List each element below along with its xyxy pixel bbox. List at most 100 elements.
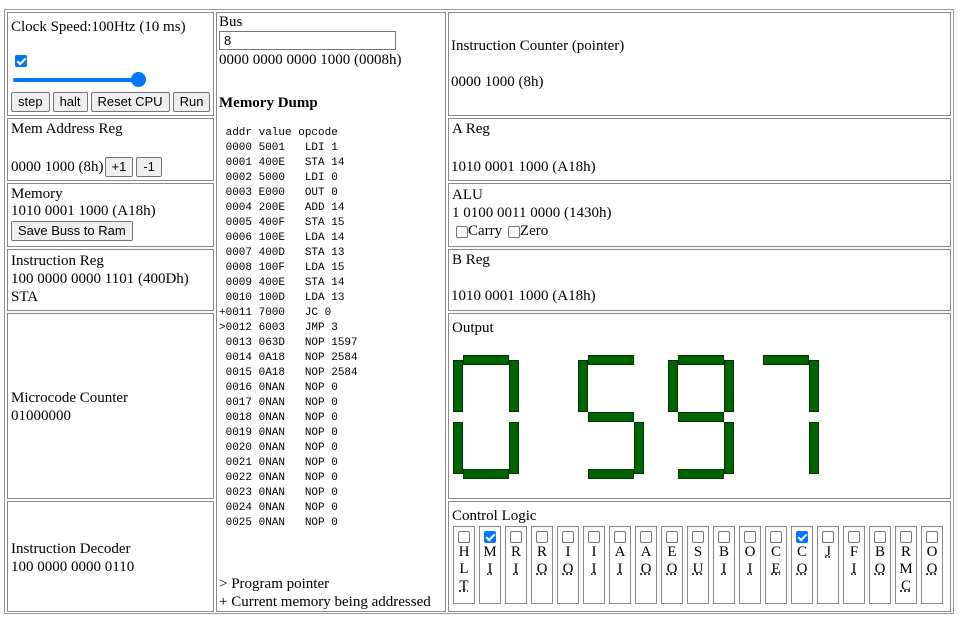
- control-signal-letter: F: [849, 544, 859, 560]
- control-signal-letter: O: [926, 561, 938, 577]
- memory-dump-row: 0024 0NAN NOP 0: [219, 502, 338, 514]
- mc-title: Microcode Counter: [11, 390, 129, 406]
- segment-d-digit-3: [678, 469, 724, 479]
- b-reg-panel: B Reg 1010 0001 1000 (A18h): [448, 249, 951, 311]
- zero-flag-checkbox[interactable]: [507, 225, 520, 238]
- control-signal-checkbox[interactable]: [822, 531, 834, 544]
- memory-dump-row: 0019 0NAN NOP 0: [219, 427, 338, 439]
- control-signal-letter: M: [483, 544, 497, 560]
- control-signal-ao: AO: [635, 526, 657, 604]
- clock-speed-slider[interactable]: [13, 72, 146, 87]
- control-signal-checkbox[interactable]: [484, 531, 496, 544]
- control-signal-checkbox[interactable]: [458, 531, 470, 544]
- control-signal-checkbox[interactable]: [796, 531, 808, 544]
- ic-title: Instruction Counter (pointer): [451, 38, 625, 54]
- control-signal-eo: EO: [661, 526, 683, 604]
- control-signal-checkbox[interactable]: [614, 531, 626, 544]
- control-signal-checkbox[interactable]: [744, 531, 756, 544]
- control-signal-mi: MI: [479, 526, 501, 604]
- control-signal-letter: H: [458, 544, 470, 560]
- mar-decrement-button[interactable]: -1: [136, 157, 162, 177]
- memory-dump-row: 0022 0NAN NOP 0: [219, 472, 338, 484]
- control-signal-letter: B: [874, 544, 885, 560]
- ic-value: 0000 1000 (8h): [451, 74, 544, 90]
- control-signal-hlt: HLT: [453, 526, 475, 604]
- save-bus-to-ram-button[interactable]: Save Buss to Ram: [11, 221, 133, 241]
- zero-label: Zero: [519, 223, 549, 239]
- control-signal-letter: I: [721, 561, 727, 577]
- control-signal-letter: A: [614, 544, 626, 560]
- control-signal-bi: BI: [713, 526, 735, 604]
- ir-opcode: STA: [11, 289, 39, 305]
- control-signal-bo: BO: [869, 526, 891, 604]
- control-signal-letter: R: [900, 544, 911, 560]
- segment-g-digit-3: [678, 412, 724, 422]
- mar-increment-button[interactable]: +1: [104, 157, 134, 177]
- control-signal-checkbox[interactable]: [562, 531, 574, 544]
- memory-dump-row: 0013 063D NOP 1597: [219, 337, 358, 349]
- memory-dump-row: 0025 0NAN NOP 0: [219, 517, 338, 529]
- control-signal-letter: M: [899, 561, 913, 577]
- reset-cpu-button[interactable]: Reset CPU: [90, 92, 170, 112]
- control-signal-letter: C: [900, 578, 911, 594]
- memory-panel: Memory 1010 0001 1000 (A18h) Save Buss t…: [7, 183, 214, 247]
- mar-value: 0000 1000 (8h): [11, 159, 104, 175]
- step-button[interactable]: step: [11, 92, 50, 112]
- control-signal-checkbox[interactable]: [770, 531, 782, 544]
- instruction-decoder-panel: Instruction Decoder 100 0000 0000 0110: [7, 501, 214, 612]
- control-signal-checkbox[interactable]: [536, 531, 548, 544]
- segment-b-digit-3: [724, 360, 734, 412]
- control-signal-letter: I: [747, 561, 753, 577]
- control-signal-checkbox[interactable]: [718, 531, 730, 544]
- control-signal-letter: I: [487, 561, 493, 577]
- control-signal-ro: RO: [531, 526, 553, 604]
- a-reg-value: 1010 0001 1000 (A18h): [451, 159, 596, 175]
- slider-thumb[interactable]: [131, 72, 146, 87]
- instruction-counter-panel: Instruction Counter (pointer) 0000 1000 …: [448, 12, 951, 116]
- control-signal-checkbox[interactable]: [666, 531, 678, 544]
- memory-dump-row: 0000 5001 LDI 1: [219, 142, 338, 154]
- instruction-reg-panel: Instruction Reg 100 0000 0000 1101 (400D…: [7, 249, 214, 311]
- control-signal-oi: OI: [739, 526, 761, 604]
- alu-value: 1 0100 0011 0000 (1430h): [452, 205, 612, 221]
- control-signal-letter: I: [513, 561, 519, 577]
- memory-dump-row: 0008 100F LDA 15: [219, 262, 345, 274]
- control-signal-letter: O: [874, 561, 886, 577]
- bus-input[interactable]: 8: [219, 31, 396, 50]
- memory-dump-row: 0017 0NAN NOP 0: [219, 397, 338, 409]
- control-signal-checkbox[interactable]: [640, 531, 652, 544]
- memory-dump-row: 0003 E000 OUT 0: [219, 187, 338, 199]
- bus-value: 0000 0000 0000 1000 (0008h): [219, 52, 402, 68]
- control-signal-letter: R: [510, 544, 521, 560]
- run-button[interactable]: Run: [172, 92, 211, 112]
- halt-button[interactable]: halt: [52, 92, 88, 112]
- control-signal-checkbox[interactable]: [692, 531, 704, 544]
- control-signal-checkbox[interactable]: [848, 531, 860, 544]
- memory-dump-title: Memory Dump: [219, 95, 318, 111]
- control-signal-letter: O: [744, 544, 756, 560]
- clock-enable-checkbox[interactable]: [15, 55, 27, 67]
- segment-c-digit-1: [509, 422, 519, 474]
- control-signal-checkbox[interactable]: [900, 531, 912, 544]
- memory-dump-row: 0023 0NAN NOP 0: [219, 487, 338, 499]
- clock-panel: Clock Speed:100Htz (10 ms) step halt Reset…: [7, 12, 214, 116]
- control-signal-letter: I: [565, 544, 571, 560]
- memory-dump-header: addr value opcode: [219, 127, 338, 139]
- control-signal-fi: FI: [843, 526, 865, 604]
- control-signal-checkbox[interactable]: [510, 531, 522, 544]
- mc-value: 01000000: [11, 408, 71, 424]
- control-signal-checkbox[interactable]: [874, 531, 886, 544]
- carry-flag-checkbox[interactable]: [456, 225, 468, 238]
- memory-dump-row: 0007 400D STA 13: [219, 247, 345, 259]
- control-signal-letter: I: [851, 561, 857, 577]
- control-signal-rmc: RMC: [895, 526, 917, 604]
- control-signal-io: IO: [557, 526, 579, 604]
- memory-dump-row: 0005 400F STA 15: [219, 217, 345, 229]
- ir-value: 100 0000 0000 1101 (400Dh): [11, 271, 189, 287]
- control-signal-checkbox[interactable]: [588, 531, 600, 544]
- memory-dump-row: 0001 400E STA 14: [219, 157, 345, 169]
- memory-value: 1010 0001 1000 (A18h): [11, 203, 156, 219]
- segment-a-digit-3: [678, 355, 724, 365]
- control-signal-checkbox[interactable]: [926, 531, 938, 544]
- memory-dump-row: 0021 0NAN NOP 0: [219, 457, 338, 469]
